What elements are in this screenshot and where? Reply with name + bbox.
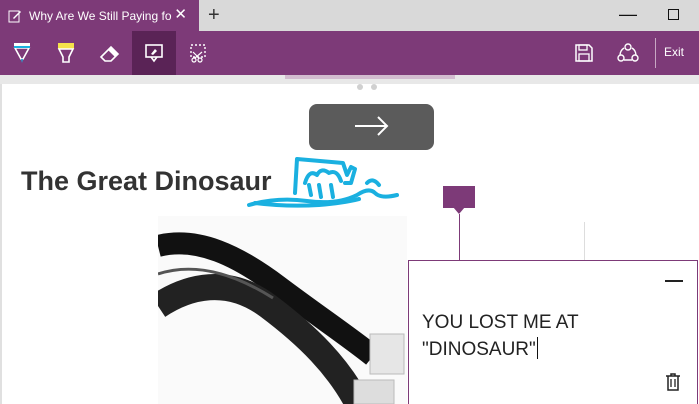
- carousel-dots: [357, 84, 377, 90]
- add-note-tool[interactable]: [132, 31, 176, 75]
- edit-page-icon: [8, 10, 21, 22]
- highlighter-icon: [57, 43, 75, 63]
- highlighter-tool[interactable]: [44, 31, 88, 75]
- eraser-tool[interactable]: [88, 31, 132, 75]
- note-popup: YOU LOST ME AT "DINOSAUR": [408, 260, 698, 404]
- exit-button[interactable]: Exit: [664, 45, 684, 59]
- note-connector: [459, 214, 460, 260]
- clip-tool[interactable]: [176, 31, 220, 75]
- ink-drawing: [247, 157, 399, 208]
- trash-icon[interactable]: [665, 372, 681, 392]
- save-button[interactable]: [562, 31, 606, 75]
- browser-tab[interactable]: Why Are We Still Paying fo ✕: [0, 0, 199, 31]
- note-pin-tip: [453, 207, 465, 214]
- page-top-strip: [0, 75, 699, 84]
- article-photo: [158, 216, 407, 404]
- title-bar: Why Are We Still Paying fo ✕ + —: [0, 0, 699, 31]
- next-slide-button[interactable]: [309, 104, 434, 150]
- article-headline: The Great Dinosaur: [21, 166, 272, 196]
- note-pin[interactable]: [443, 186, 475, 208]
- toolbar-divider: [655, 38, 656, 68]
- cable-image: [158, 232, 405, 404]
- pen-icon: [13, 43, 31, 63]
- share-button[interactable]: [606, 31, 650, 75]
- tab-title: Why Are We Still Paying fo: [29, 8, 172, 23]
- pen-tool[interactable]: [0, 31, 44, 75]
- share-icon: [617, 43, 639, 62]
- eraser-icon: [99, 45, 120, 62]
- maximize-button[interactable]: [668, 9, 679, 20]
- page-guide-line: [584, 222, 585, 260]
- minimize-button[interactable]: —: [619, 4, 637, 25]
- minimize-note-icon[interactable]: [665, 280, 683, 282]
- page-border: [0, 84, 2, 404]
- arrow-right-icon: [355, 116, 389, 136]
- note-line-2: "DINOSAUR": [422, 339, 536, 360]
- add-note-icon: [145, 44, 163, 63]
- cropped-logo: [285, 75, 455, 79]
- web-note-toolbar: Exit: [0, 31, 699, 75]
- clip-icon: [190, 44, 206, 63]
- carousel-dot[interactable]: [357, 84, 363, 90]
- text-caret: [536, 337, 538, 359]
- save-icon: [575, 44, 593, 62]
- note-line-1: YOU LOST ME AT: [422, 312, 579, 333]
- carousel-dot[interactable]: [371, 84, 377, 90]
- close-tab-icon[interactable]: ✕: [174, 7, 187, 22]
- new-tab-button[interactable]: +: [208, 5, 220, 25]
- note-textarea[interactable]: YOU LOST ME AT "DINOSAUR": [422, 309, 652, 363]
